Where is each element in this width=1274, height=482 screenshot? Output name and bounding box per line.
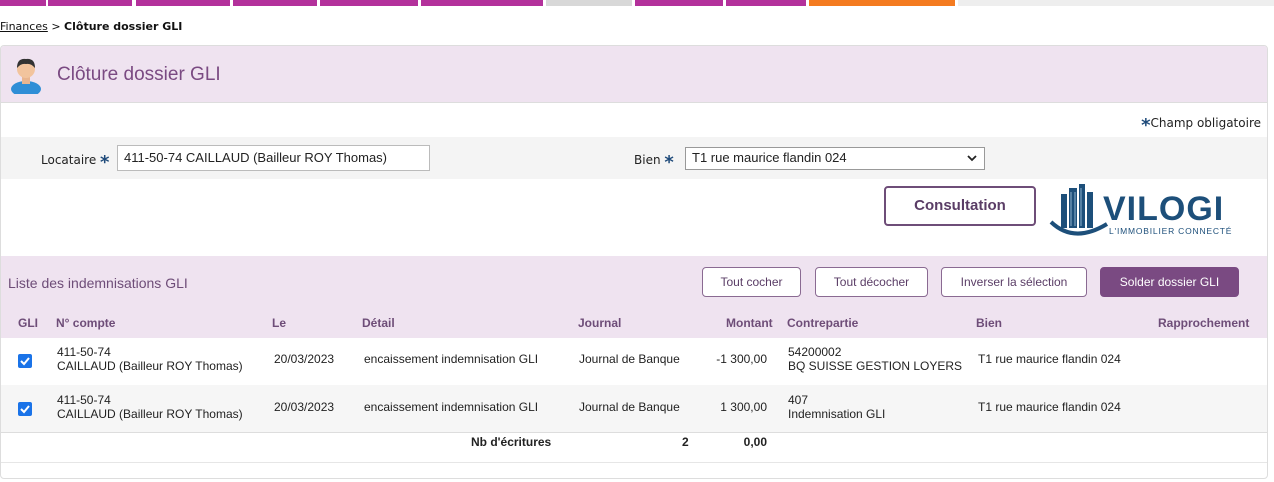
nav-tab[interactable] [136, 0, 230, 6]
table-row: 411-50-74 CAILLAUD (Bailleur ROY Thomas)… [1, 337, 1267, 385]
bien-select-value: T1 rue maurice flandin 024 [692, 150, 847, 165]
nav-tab[interactable] [0, 0, 46, 6]
breadcrumb: Finances > Clôture dossier GLI [0, 20, 182, 33]
col-detail: Détail [362, 316, 395, 330]
col-journal: Journal [578, 316, 622, 330]
col-bien: Bien [976, 316, 1003, 330]
breadcrumb-separator: > [47, 20, 65, 33]
col-rapprochement: Rapprochement [1158, 316, 1250, 330]
locataire-label-text: Locataire [41, 153, 97, 167]
col-le: Le [272, 316, 287, 330]
row-date: 20/03/2023 [274, 352, 335, 366]
nav-tab[interactable] [48, 0, 132, 6]
table-row: 411-50-74 CAILLAUD (Bailleur ROY Thomas)… [1, 385, 1267, 433]
bien-label-text: Bien [634, 153, 661, 167]
col-contrepartie: Contrepartie [787, 316, 859, 330]
row-bien: T1 rue maurice flandin 024 [978, 400, 1121, 414]
row-contrepartie-label: Indemnisation GLI [788, 407, 886, 421]
user-avatar-icon [11, 58, 41, 94]
required-star: * [664, 152, 674, 173]
row-journal: Journal de Banque [579, 400, 680, 414]
row-bien: T1 rue maurice flandin 024 [978, 352, 1121, 366]
col-gli: GLI [18, 316, 38, 330]
col-compte: N° compte [56, 316, 116, 330]
row-date: 20/03/2023 [274, 400, 335, 414]
chevron-down-icon [967, 155, 977, 162]
row-checkbox[interactable] [18, 354, 32, 368]
table-footer-divider [1, 432, 1267, 433]
page-title: Clôture dossier GLI [57, 64, 221, 85]
invert-selection-button[interactable]: Inverser la sélection [941, 267, 1087, 297]
nav-tab[interactable] [546, 0, 632, 6]
check-all-button[interactable]: Tout cocher [702, 267, 801, 297]
row-checkbox[interactable] [18, 402, 32, 416]
entries-count: 2 [682, 435, 689, 449]
nav-tab[interactable] [421, 0, 543, 6]
row-contrepartie-account: 54200002 [788, 345, 842, 359]
breadcrumb-current: Clôture dossier GLI [64, 20, 183, 33]
nav-tab-active[interactable] [809, 0, 955, 6]
top-nav-strip [0, 0, 1274, 6]
row-journal: Journal de Banque [579, 352, 680, 366]
checkmark-icon [20, 357, 30, 366]
row-compte-name: CAILLAUD (Bailleur ROY Thomas) [57, 407, 243, 421]
row-detail: encaissement indemnisation GLI [364, 352, 539, 366]
uncheck-all-button[interactable]: Tout décocher [815, 267, 928, 297]
list-title: Liste des indemnisations GLI [8, 275, 188, 291]
breadcrumb-link-finances[interactable]: Finances [0, 20, 48, 33]
required-star: * [1141, 115, 1151, 136]
entries-count-label: Nb d'écritures [471, 435, 552, 449]
checkmark-icon [20, 405, 30, 414]
logo-wordmark: VILOGI [1103, 190, 1224, 228]
logo-tagline: L'IMMOBILIER CONNECTÉ [1109, 226, 1232, 236]
main-panel: Clôture dossier GLI *Champ obligatoire L… [0, 45, 1268, 479]
bien-select[interactable]: T1 rue maurice flandin 024 [685, 147, 985, 170]
row-compte-number: 411-50-74 [57, 345, 111, 359]
locataire-label: Locataire * [41, 152, 109, 173]
bien-label: Bien * [634, 152, 674, 173]
row-montant: -1 300,00 [716, 352, 767, 366]
nav-tab[interactable] [726, 0, 806, 6]
nav-tab[interactable] [635, 0, 723, 6]
row-montant: 1 300,00 [720, 400, 767, 414]
row-contrepartie-label: BQ SUISSE GESTION LOYERS [788, 359, 963, 373]
row-compte-name: CAILLAUD (Bailleur ROY Thomas) [57, 359, 243, 373]
table-header [1, 301, 1267, 338]
row-contrepartie-account: 407 [788, 393, 809, 407]
table-bottom-border [1, 462, 1267, 463]
consultation-button[interactable]: Consultation [884, 186, 1036, 226]
col-montant: Montant [726, 316, 773, 330]
required-star: * [100, 152, 110, 173]
entries-total: 0,00 [743, 435, 767, 449]
row-compte-number: 411-50-74 [57, 393, 111, 407]
nav-tab[interactable] [320, 0, 418, 6]
locataire-input[interactable]: 411-50-74 CAILLAUD (Bailleur ROY Thomas) [117, 145, 430, 171]
panel-header: Clôture dossier GLI [1, 46, 1267, 103]
row-detail: encaissement indemnisation GLI [364, 400, 539, 414]
nav-tab[interactable] [958, 0, 1274, 6]
vilogi-logo: VILOGI L'IMMOBILIER CONNECTÉ [1049, 184, 1232, 236]
nav-tab[interactable] [233, 0, 317, 6]
required-note-text: Champ obligatoire [1150, 116, 1262, 130]
solder-dossier-button[interactable]: Solder dossier GLI [1100, 267, 1239, 297]
required-field-note: *Champ obligatoire [1141, 115, 1261, 136]
